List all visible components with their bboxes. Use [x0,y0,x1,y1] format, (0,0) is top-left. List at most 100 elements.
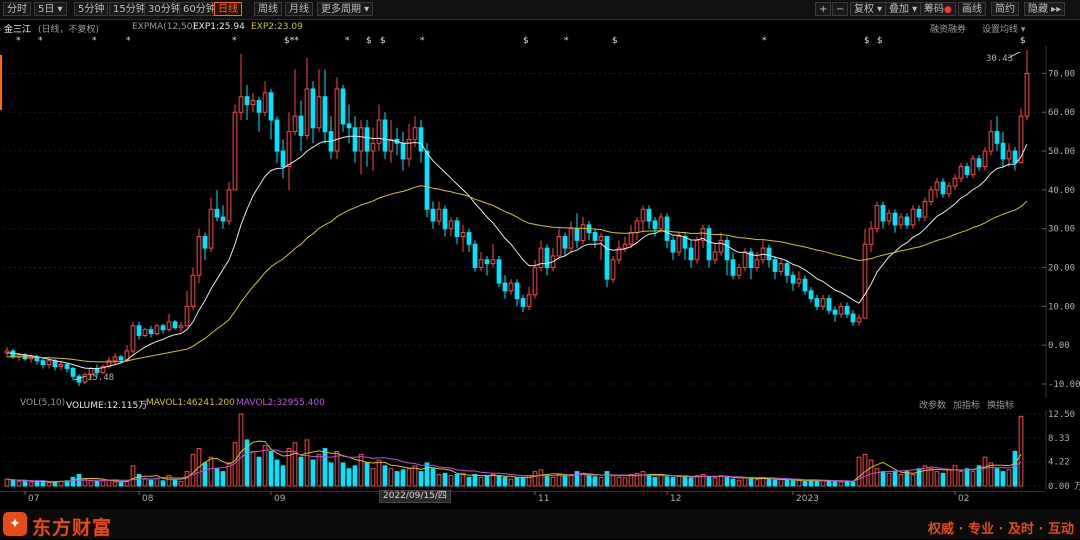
stock-name[interactable]: 金三江 [4,22,31,35]
zoom-out-button[interactable]: − [832,2,849,16]
event-marker[interactable]: * [232,36,237,46]
volume-bar [556,473,562,487]
candle-body [214,208,220,218]
period-fenshi-button[interactable]: 分时 [3,2,31,16]
jianyue-button[interactable]: 简约 [991,2,1019,16]
volume-bar [148,479,154,487]
event-marker[interactable]: * [762,36,767,46]
candle-body [922,201,928,218]
candle-body [496,259,502,284]
event-marker[interactable]: $** [284,36,299,46]
volume-bar [958,471,964,487]
volume-bar [454,473,460,487]
event-marker[interactable]: * [38,36,43,46]
volume-bar [322,448,328,487]
volume-bar [292,442,298,487]
candle-body [994,131,1000,144]
candle-body [112,356,118,362]
volume-bar [58,480,64,487]
candle-body [592,232,598,241]
volume-bar [544,475,550,487]
candle-body [580,224,586,241]
diejia-dropdown[interactable]: 叠加 ▾ [885,2,922,16]
candle-body [904,216,910,226]
vol-indicator-name[interactable]: VOL(5,10) [20,398,65,408]
candle-body [850,313,856,323]
event-marker[interactable]: $ [877,36,883,46]
event-marker[interactable]: $ [612,36,618,46]
high-annotation: 30.43 [986,51,1021,64]
volume-bar [298,456,304,487]
set-ma-dropdown[interactable]: 设置均线 ▾ [982,22,1025,35]
volume-bar [658,473,664,487]
candle-body [664,216,670,241]
volume-bar [610,475,616,487]
candle-body [652,220,658,230]
volume-bar [346,468,352,487]
volume-bar [934,471,940,487]
indicator-name[interactable]: EXPMA(12,50) [132,22,196,32]
event-marker[interactable]: * [92,36,97,46]
chart-mode: (日线，不复权) [38,25,100,35]
candle-body [988,131,994,152]
event-marker[interactable]: * [16,36,21,46]
candle-body [298,115,304,137]
candle-body [154,325,160,335]
volume-bar [622,477,628,487]
volume-bar [580,472,586,487]
volume-bar [994,468,1000,487]
candle-body [514,282,520,300]
volume-bar [562,475,568,487]
rzrq-link[interactable]: 融资融券 [930,22,966,35]
yincang-button[interactable]: 隐藏 ▸▸ [1024,2,1066,16]
mavol1-value: MAVOL1:46241.200 [146,398,235,408]
time-axis-ticks: 070809101112202302 [24,491,969,504]
event-marker[interactable]: * [126,36,131,46]
period-weekly-button[interactable]: 周线 [254,2,282,16]
volume-bar [796,479,802,487]
volume-bar [490,473,496,487]
event-marker[interactable]: * [420,36,425,46]
event-marker[interactable]: $ [864,36,870,46]
event-marker[interactable]: * [564,36,569,46]
candle-body [250,100,256,105]
event-marker[interactable]: $ [380,36,386,46]
candle-body [118,356,124,361]
candle-body [1006,150,1012,160]
period-daily-button[interactable]: 日线 [214,2,242,16]
price-chart[interactable]: 70.00 60.00 50.00 40.00 30.00 20.00 10.00 0.00 -… [0,46,1080,398]
period-more-dropdown[interactable]: 更多周期 ▾ [317,2,374,16]
candle-body [676,235,682,253]
volume-bar [718,475,724,487]
event-marker[interactable]: * [345,36,350,46]
period-5min-button[interactable]: 5分钟 [74,2,109,16]
event-marker[interactable]: $ [523,36,529,46]
fuquan-dropdown[interactable]: 复权 ▾ [850,2,887,16]
candle-body [454,220,460,237]
volume-chart[interactable]: 12.50 8.33 4.22 0.00 万 [0,410,1080,490]
volume-tick-label: 4.22 [1048,458,1070,468]
huaxian-button[interactable]: 画线 [958,2,986,16]
volume-bar [988,462,994,487]
candle-body [610,259,616,280]
period-5day-button[interactable]: 5日 ▾ [34,2,67,16]
volume-bar [280,465,286,487]
volume-bar [598,476,604,487]
chouma-button[interactable]: 筹码● [920,2,956,16]
volume-bar [22,480,28,487]
period-monthly-button[interactable]: 月线 [285,2,313,16]
zoom-in-button[interactable]: + [815,2,832,16]
event-marker[interactable]: $ [366,36,372,46]
event-marker[interactable]: $ [1020,36,1026,46]
volume-bar [874,468,880,487]
volume-bar [424,462,430,487]
volume-bar [754,479,760,487]
candle-body [220,216,226,222]
candle-body [730,259,736,276]
price-grid [4,72,1046,385]
price-tick-label: 50.00 [1048,147,1075,157]
volume-bar [778,479,784,487]
volume-bar [406,468,412,487]
volume-bar [256,456,262,487]
candle-body [64,364,70,369]
